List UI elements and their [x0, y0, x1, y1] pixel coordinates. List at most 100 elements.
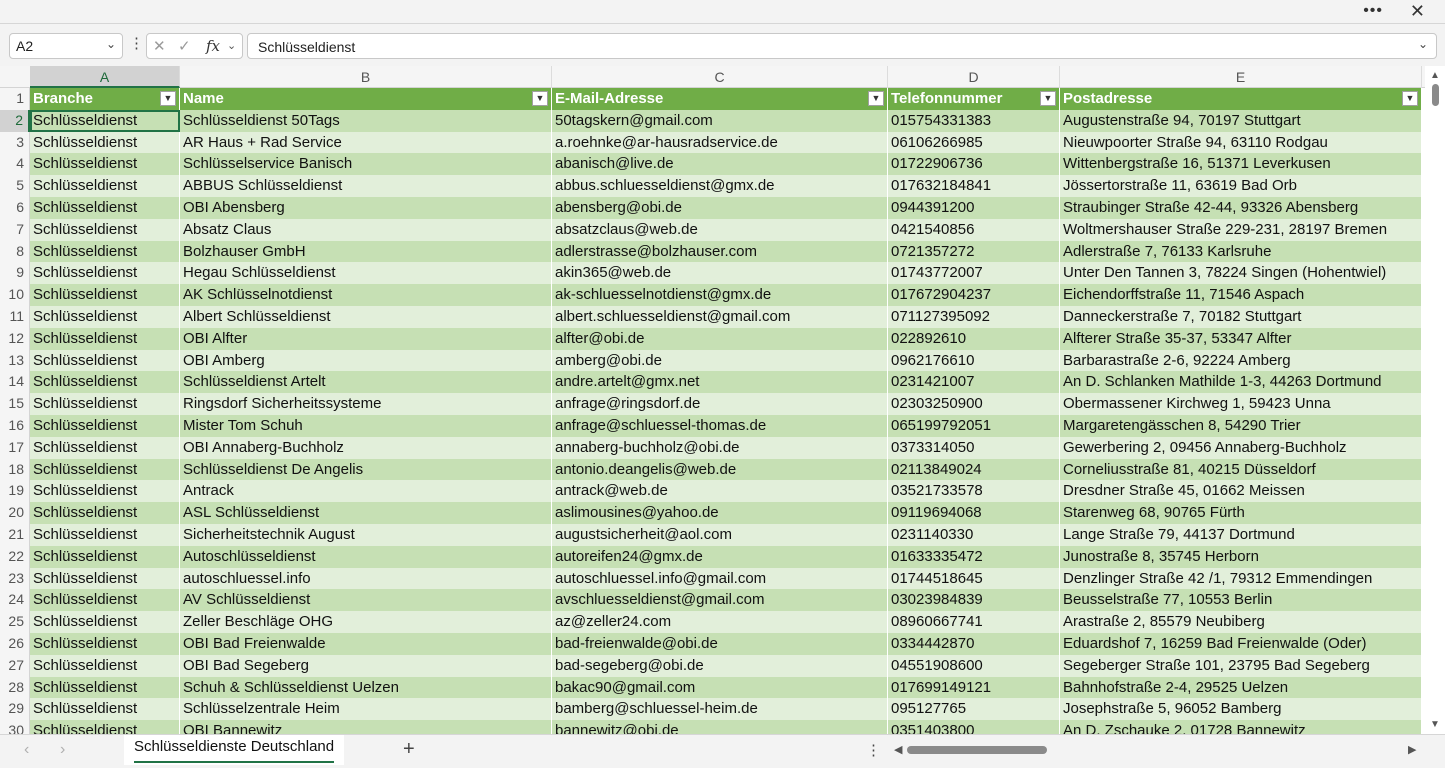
row-number[interactable]: 23	[0, 567, 30, 590]
table-cell[interactable]: Schlüsseldienst	[30, 415, 180, 437]
row-number[interactable]: 19	[0, 480, 30, 503]
table-cell[interactable]: Margaretengässchen 8, 54290 Trier	[1060, 415, 1422, 437]
column-header-b[interactable]: B	[180, 66, 552, 88]
table-cell[interactable]: antrack@web.de	[552, 480, 888, 503]
table-cell[interactable]: Schlüsseldienst	[30, 567, 180, 590]
table-cell[interactable]: ASL Schlüsseldienst	[180, 502, 552, 524]
table-cell[interactable]: Sicherheitstechnik August	[180, 524, 552, 546]
column-header-d[interactable]: D	[888, 66, 1060, 88]
filter-dropdown-icon[interactable]: ▼	[532, 91, 548, 106]
table-cell[interactable]: albert.schluesseldienst@gmail.com	[552, 306, 888, 328]
table-cell[interactable]: Schlüsseldienst	[30, 393, 180, 415]
table-cell[interactable]: Schlüsseldienst	[30, 633, 180, 655]
table-cell[interactable]: AK Schlüsselnotdienst	[180, 284, 552, 306]
table-cell[interactable]: Schlüsseldienst Artelt	[180, 371, 552, 394]
table-cell[interactable]: Schlüsseldienst	[30, 262, 180, 285]
filter-dropdown-icon[interactable]: ▼	[1040, 91, 1056, 106]
table-cell[interactable]: Schlüsseldienst	[30, 197, 180, 219]
table-cell[interactable]: Unter Den Tannen 3, 78224 Singen (Hohent…	[1060, 262, 1422, 285]
vertical-scroll-thumb[interactable]	[1432, 84, 1439, 106]
row-number[interactable]: 13	[0, 349, 30, 372]
row-number[interactable]: 15	[0, 393, 30, 415]
table-cell[interactable]: 50tagskern@gmail.com	[552, 109, 888, 132]
table-cell[interactable]: autoschluessel.info@gmail.com	[552, 567, 888, 590]
table-cell[interactable]: az@zeller24.com	[552, 611, 888, 633]
row-number[interactable]: 17	[0, 436, 30, 459]
table-cell[interactable]: Schlüsselzentrale Heim	[180, 698, 552, 721]
table-cell[interactable]: 08960667741	[888, 611, 1060, 633]
table-cell[interactable]: 017672904237	[888, 284, 1060, 306]
table-cell[interactable]: 09119694068	[888, 502, 1060, 524]
table-cell[interactable]: OBI Annaberg-Buchholz	[180, 436, 552, 459]
table-cell[interactable]: annaberg-buchholz@obi.de	[552, 436, 888, 459]
table-cell[interactable]: abbus.schluesseldienst@gmx.de	[552, 175, 888, 197]
table-cell[interactable]: antonio.deangelis@web.de	[552, 458, 888, 481]
cancel-icon[interactable]: ✕	[153, 37, 166, 55]
row-number[interactable]: 20	[0, 502, 30, 524]
row-number[interactable]: 6	[0, 197, 30, 219]
table-cell[interactable]: alfter@obi.de	[552, 327, 888, 350]
header-cell[interactable]: Name ▼	[180, 88, 552, 110]
table-cell[interactable]: OBI Bad Freienwalde	[180, 633, 552, 655]
table-cell[interactable]: 0421540856	[888, 218, 1060, 241]
horizontal-scroll-thumb[interactable]	[907, 746, 1047, 754]
table-cell[interactable]: 0721357272	[888, 240, 1060, 263]
table-cell[interactable]: 03023984839	[888, 589, 1060, 612]
table-cell[interactable]: Schlüsseldienst	[30, 611, 180, 633]
row-number[interactable]: 26	[0, 633, 30, 655]
table-cell[interactable]: Ringsdorf Sicherheitssysteme	[180, 393, 552, 415]
table-cell[interactable]: Nieuwpoorter Straße 94, 63110 Rodgau	[1060, 131, 1422, 154]
table-cell[interactable]: Josephstraße 5, 96052 Bamberg	[1060, 698, 1422, 721]
filter-dropdown-icon[interactable]: ▼	[160, 91, 176, 106]
table-cell[interactable]: Schlüsseldienst	[30, 480, 180, 503]
table-cell[interactable]: Dresdner Straße 45, 01662 Meissen	[1060, 480, 1422, 503]
table-cell[interactable]: abanisch@live.de	[552, 153, 888, 176]
table-cell[interactable]: autoreifen24@gmx.de	[552, 545, 888, 568]
table-cell[interactable]: Hegau Schlüsseldienst	[180, 262, 552, 285]
table-cell[interactable]: aslimousines@yahoo.de	[552, 502, 888, 524]
table-cell[interactable]: Gewerbering 2, 09456 Annaberg-Buchholz	[1060, 436, 1422, 459]
row-number[interactable]: 24	[0, 589, 30, 612]
table-cell[interactable]: 065199792051	[888, 415, 1060, 437]
table-cell[interactable]: anfrage@schluessel-thomas.de	[552, 415, 888, 437]
column-header-a[interactable]: A	[30, 66, 180, 88]
table-cell[interactable]: Obermassener Kirchweg 1, 59423 Unna	[1060, 393, 1422, 415]
table-cell[interactable]: Schlüsseldienst	[30, 371, 180, 394]
table-cell[interactable]: Schlüsseldienst	[30, 131, 180, 154]
table-cell[interactable]: Schlüsseldienst	[30, 524, 180, 546]
table-cell[interactable]: Schlüsseldienst	[30, 676, 180, 699]
filter-dropdown-icon[interactable]: ▼	[868, 91, 884, 106]
table-cell[interactable]: Eichendorffstraße 11, 71546 Aspach	[1060, 284, 1422, 306]
table-cell[interactable]: Schlüsseldienst	[30, 589, 180, 612]
table-cell[interactable]: Autoschlüsseldienst	[180, 545, 552, 568]
row-number[interactable]: 3	[0, 131, 30, 154]
table-cell[interactable]: bad-freienwalde@obi.de	[552, 633, 888, 655]
sheet-tab-active[interactable]: Schlüsseldienste Deutschland	[124, 735, 345, 765]
table-cell[interactable]: Schlüsseldienst	[30, 327, 180, 350]
table-cell[interactable]: 0373314050	[888, 436, 1060, 459]
table-cell[interactable]: Bahnhofstraße 2-4, 29525 Uelzen	[1060, 676, 1422, 699]
table-cell[interactable]: 01744518645	[888, 567, 1060, 590]
table-cell[interactable]: Schlüsseldienst	[30, 458, 180, 481]
row-number[interactable]: 29	[0, 698, 30, 721]
table-cell[interactable]: Schlüsseldienst	[30, 349, 180, 372]
fx-chevron-icon[interactable]: ⌄	[227, 39, 236, 52]
table-cell[interactable]: Schlüsseldienst	[30, 175, 180, 197]
vertical-scrollbar[interactable]: ▲ ▼	[1425, 66, 1445, 734]
table-cell[interactable]: Schlüsseldienst	[30, 240, 180, 263]
table-cell[interactable]: abensberg@obi.de	[552, 197, 888, 219]
prev-sheet-icon[interactable]: ‹	[24, 741, 29, 759]
row-number[interactable]: 25	[0, 611, 30, 633]
table-cell[interactable]: andre.artelt@gmx.net	[552, 371, 888, 394]
table-cell[interactable]: augustsicherheit@aol.com	[552, 524, 888, 546]
table-cell[interactable]: bamberg@schluessel-heim.de	[552, 698, 888, 721]
table-cell[interactable]: AV Schlüsseldienst	[180, 589, 552, 612]
table-cell[interactable]: Lange Straße 79, 44137 Dortmund	[1060, 524, 1422, 546]
table-cell[interactable]: OBI Alfter	[180, 327, 552, 350]
header-cell[interactable]: Branche ▼	[30, 88, 180, 110]
scroll-up-icon[interactable]: ▲	[1430, 70, 1440, 81]
table-cell[interactable]: ak-schluesselnotdienst@gmx.de	[552, 284, 888, 306]
table-cell[interactable]: 017632184841	[888, 175, 1060, 197]
row-number[interactable]: 18	[0, 458, 30, 481]
table-cell[interactable]: 017699149121	[888, 676, 1060, 699]
